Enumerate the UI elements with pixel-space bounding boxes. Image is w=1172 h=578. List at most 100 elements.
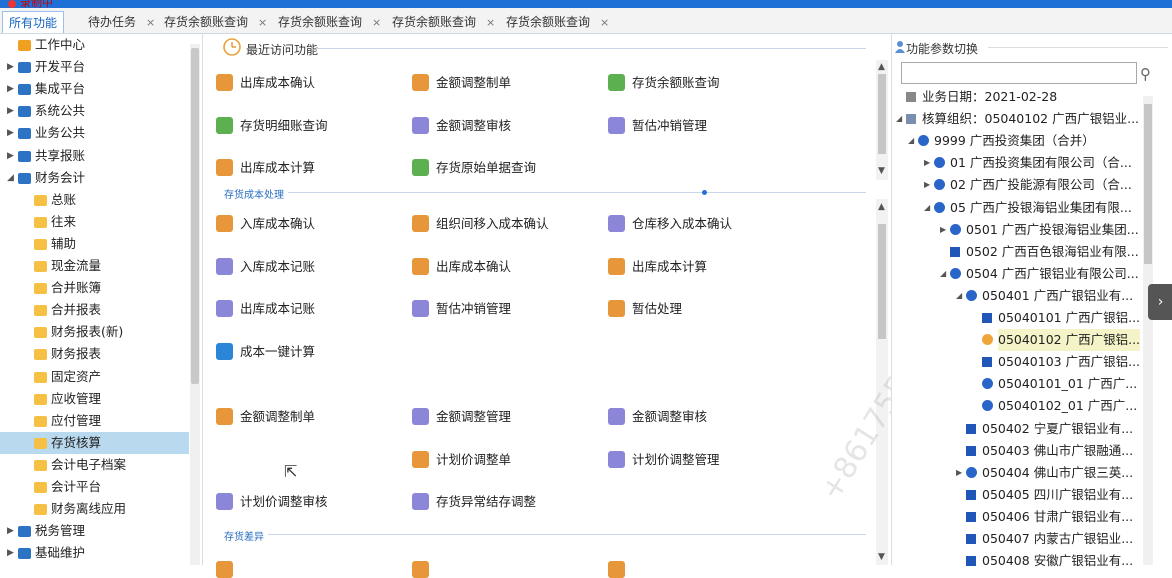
param-tree-item[interactable]: ▶ 050404 佛山市广银三英... (892, 462, 1142, 484)
scroll-down-icon[interactable]: ▼ (878, 166, 885, 176)
sidebar-item[interactable]: 存货核算 (0, 431, 189, 454)
param-tree-item[interactable]: 050408 安徽广银铝业有... (892, 550, 1142, 572)
leaf-folder-icon (34, 194, 47, 206)
close-icon[interactable]: × (600, 16, 609, 29)
expanded-arrow-icon[interactable]: ◢ (896, 108, 902, 130)
param-tree-item[interactable]: 05040103 广西广银铝... (892, 351, 1142, 373)
close-icon[interactable]: × (486, 16, 495, 29)
param-tree-item[interactable]: 业务日期：2021-02-28 (892, 86, 1142, 108)
sidebar-item[interactable]: ▶ 税务管理 (0, 520, 189, 542)
collapsed-arrow-icon[interactable]: ▶ (7, 520, 17, 542)
param-tree-item[interactable]: 0502 广西百色银海铝业有限... (892, 241, 1142, 263)
collapsed-arrow-icon[interactable]: ▶ (956, 462, 962, 484)
param-tree-item[interactable]: ◢ 050401 广西广银铝业有... (892, 285, 1142, 307)
sidebar-item[interactable]: 应付管理 (0, 410, 189, 432)
tab-2[interactable]: 存货余额账查询 × (164, 11, 267, 33)
function-icon (608, 258, 625, 275)
sidebar-item[interactable]: 会计电子档案 (0, 454, 189, 476)
tab-5[interactable]: 存货余额账查询 × (506, 11, 609, 33)
collapsed-arrow-icon[interactable]: ▶ (7, 56, 17, 78)
collapsed-arrow-icon[interactable]: ▶ (924, 174, 930, 196)
expanded-arrow-icon[interactable]: ◢ (7, 167, 17, 189)
recent-scroll-thumb[interactable] (878, 74, 886, 154)
divider (224, 534, 866, 535)
function-icon (216, 343, 233, 360)
sidebar-item[interactable]: 工作中心 (0, 34, 189, 56)
function-label: 成本一键计算 (240, 344, 316, 359)
tab-0[interactable]: 所有功能 (2, 11, 65, 33)
sidebar-item[interactable]: ▶ 业务公共 (0, 122, 189, 144)
sidebar-item[interactable]: 财务报表 (0, 343, 189, 365)
param-tree-item[interactable]: 05040102 广西广银铝... (892, 329, 1142, 352)
sidebar-item[interactable]: 应收管理 (0, 388, 189, 410)
sidebar-item[interactable]: 辅助 (0, 233, 189, 255)
collapsed-arrow-icon[interactable]: ▶ (7, 122, 17, 144)
function-icon[interactable] (216, 561, 233, 578)
param-tree-item[interactable]: ▶ 02 广西广投能源有限公司（合... (892, 174, 1142, 196)
search-icon[interactable]: ⚲ (1140, 65, 1151, 83)
param-tree-item[interactable]: ◢ 05 广西广投银海铝业集团有限... (892, 197, 1142, 219)
tab-4[interactable]: 存货余额账查询 × (392, 11, 495, 33)
expanded-arrow-icon[interactable]: ◢ (956, 285, 962, 307)
param-tree-item[interactable]: ▶ 0501 广西广投银海铝业集团... (892, 219, 1142, 241)
tab-1[interactable]: 待办任务 × (88, 11, 155, 33)
expanded-arrow-icon[interactable]: ◢ (940, 263, 946, 285)
sidebar-item[interactable]: 合并账簿 (0, 277, 189, 299)
param-tree-item[interactable]: 050406 甘肃广银铝业有... (892, 506, 1142, 528)
function-icon (216, 258, 233, 275)
sidebar-item[interactable]: ▶ 集成平台 (0, 78, 189, 100)
param-tree-item[interactable]: 050405 四川广银铝业有... (892, 484, 1142, 506)
sidebar-item[interactable]: ▶ 共享报账 (0, 145, 189, 167)
collapsed-arrow-icon[interactable]: ▶ (940, 219, 946, 241)
sidebar-item[interactable]: 总账 (0, 189, 189, 211)
collapsed-arrow-icon[interactable]: ▶ (7, 145, 17, 167)
sidebar-item[interactable]: ▶ 基础维护 (0, 542, 189, 564)
sidebar-scroll-thumb[interactable] (191, 48, 199, 384)
sidebar-item[interactable]: 往来 (0, 211, 189, 233)
close-icon[interactable]: × (258, 16, 267, 29)
expanded-arrow-icon[interactable]: ◢ (908, 130, 914, 152)
scroll-up-icon[interactable]: ▲ (878, 62, 885, 72)
expanded-arrow-icon[interactable]: ◢ (924, 197, 930, 219)
resize-handle-dot[interactable] (702, 190, 707, 195)
function-icon[interactable] (608, 561, 625, 578)
sidebar-item[interactable]: 固定资产 (0, 366, 189, 388)
param-tree-item[interactable]: ◢ 9999 广西投资集团（合并） (892, 130, 1142, 152)
collapsed-arrow-icon[interactable]: ▶ (7, 78, 17, 100)
sidebar-item[interactable]: ▶ 开发平台 (0, 56, 189, 78)
param-tree-item[interactable]: 05040102_01 广西广... (892, 395, 1142, 417)
function-icon (608, 117, 625, 134)
param-tree-item[interactable]: 050402 宁夏广银铝业有... (892, 418, 1142, 440)
param-search-input[interactable] (901, 62, 1137, 84)
tab-3[interactable]: 存货余额账查询 × (278, 11, 381, 33)
param-tree-label: 05040101 广西广银铝... (998, 310, 1141, 325)
close-icon[interactable]: × (146, 16, 155, 29)
sidebar-item[interactable]: 现金流量 (0, 255, 189, 277)
sidebar-item[interactable]: 会计平台 (0, 476, 189, 498)
main-panel: 最近访问功能 存货成本处理 存货差异 ▲ ▼ ▲ ▼ +861755420192… (204, 34, 988, 578)
scroll-up-icon[interactable]: ▲ (878, 202, 885, 212)
sidebar-item[interactable]: 合并报表 (0, 299, 189, 321)
function-icon[interactable] (412, 561, 429, 578)
close-icon[interactable]: × (372, 16, 381, 29)
collapsed-arrow-icon[interactable]: ▶ (7, 100, 17, 122)
sidebar-item[interactable]: 财务报表(新) (0, 321, 189, 343)
folder-icon (18, 526, 31, 538)
sidebar-item[interactable]: ▶ 系统公共 (0, 100, 189, 122)
param-tree-item[interactable]: 05040101_01 广西广... (892, 373, 1142, 395)
function-label: 暂估处理 (632, 301, 683, 316)
param-tree-item[interactable]: ▶ 01 广西投资集团有限公司（合... (892, 152, 1142, 174)
scroll-down-icon[interactable]: ▼ (878, 552, 885, 562)
sidebar-item[interactable]: 财务离线应用 (0, 498, 189, 520)
param-scroll-thumb[interactable] (1144, 104, 1152, 264)
sidebar-item[interactable]: ◢ 财务会计 (0, 167, 189, 189)
collapsed-arrow-icon[interactable]: ▶ (924, 152, 930, 174)
param-tree-item[interactable]: 050403 佛山市广银融通... (892, 440, 1142, 462)
param-tree-item[interactable]: 05040101 广西广银铝... (892, 307, 1142, 329)
param-tree-item[interactable]: 050407 内蒙古广银铝业... (892, 528, 1142, 550)
param-tree-item[interactable]: ◢ 0504 广西广银铝业有限公司... (892, 263, 1142, 285)
panel-expand-button[interactable]: › (1148, 284, 1172, 320)
param-tree-item[interactable]: ◢ 核算组织：05040102 广西广银铝业... (892, 108, 1142, 130)
collapsed-arrow-icon[interactable]: ▶ (7, 542, 17, 564)
main-scroll-thumb[interactable] (878, 224, 886, 339)
